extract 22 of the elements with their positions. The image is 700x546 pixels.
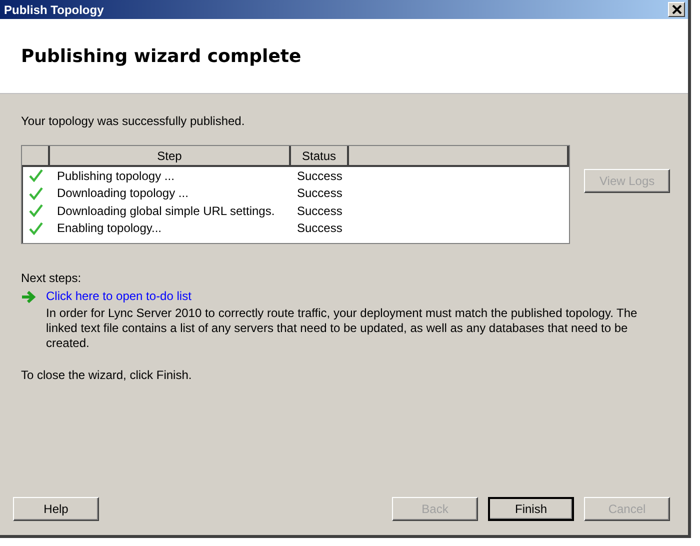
column-header[interactable]: Step [50, 146, 291, 165]
description-text: In order for Lync Server 2010 to correctly route traffic, your deployment must match the published topology. The linked text file contains a list of any servers that need to be updated, as well as any databases that need to be created. [46, 306, 638, 351]
page-heading: Publishing wizard complete [21, 46, 302, 66]
to-do-list-link[interactable]: Click here to open to-do list [46, 289, 192, 303]
status-cell-text: Success [296, 168, 344, 183]
step-cell-text: Enabling topology... [56, 221, 163, 236]
closing-text: To close the wizard, click Finish. [21, 368, 193, 382]
close-icon [672, 5, 682, 14]
status-cell-text: Success [296, 186, 344, 200]
next-steps-label: Next steps: [21, 271, 82, 285]
arrow-icon [21, 290, 37, 304]
intro-text: Your topology was successfully published. [21, 114, 246, 128]
step-cell-text: Downloading global simple URL settings. [56, 204, 276, 218]
step-cell-text: Downloading topology ... [56, 186, 190, 200]
step-cell-text: Publishing topology ... [56, 168, 176, 183]
column-header[interactable]: Status [291, 146, 349, 165]
dialog-button[interactable]: Finish [488, 497, 574, 521]
window-title: Publish Topology [4, 2, 104, 16]
status-cell-text: Success [296, 204, 344, 218]
close-button[interactable] [668, 2, 685, 17]
status-cell-text: Success [296, 221, 344, 236]
dialog-button[interactable]: Help [13, 497, 99, 521]
